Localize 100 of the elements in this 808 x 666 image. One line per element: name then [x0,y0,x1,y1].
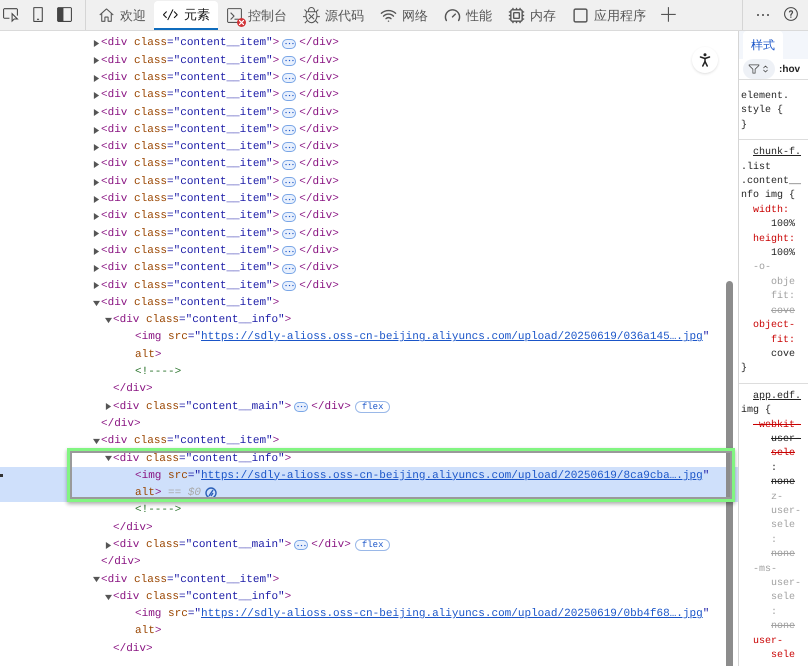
code-token: <div [101,192,128,208]
expand-toggle[interactable] [91,125,101,136]
expand-toggle[interactable] [103,540,113,550]
css-line: none [770,548,796,562]
collapse-toggle[interactable] [103,454,113,464]
panel-tab[interactable]: 内存 [500,1,564,30]
tree-row[interactable]: <img src="https://sdly-alioss.oss-cn-beijing.aliyuncs.com/upload/20250619/0bb4f68….jpg" [0,606,738,624]
code-token: class [146,452,180,467]
css-line: width: [752,204,790,218]
css-line: } [740,362,748,376]
code-token: > [272,209,280,224]
panel-tab[interactable]: 源代码 [295,1,372,30]
expand-toggle[interactable] [103,402,113,412]
code-token: <div [113,452,140,467]
add-tab-icon[interactable] [660,6,678,24]
code-token: <div [101,226,128,242]
collapse-toggle[interactable] [91,436,101,446]
panel-tab[interactable]: 元素 [154,1,218,30]
collapse-toggle[interactable] [91,298,101,308]
code-token: > [272,572,280,588]
code-token: class [134,122,168,138]
code-token: > [272,174,280,190]
code-token: </div> [311,538,351,553]
expand-toggle[interactable] [91,108,101,118]
expand-toggle[interactable] [91,177,101,188]
expand-toggle[interactable] [91,160,101,170]
expand-toggle[interactable] [91,194,101,204]
url-link[interactable]: https://sdly-alioss.oss-cn-beijing.aliyuncs.com/upload/20250619/0bb4f68….jpg [201,606,703,623]
tree-row[interactable]: <!----> [0,502,738,520]
code-token: <div [101,157,128,172]
collapse-toggle[interactable] [103,592,113,602]
panel-tab[interactable]: 应用程序 [564,1,654,30]
code-token: <img [135,330,162,346]
code-token: ="content__item" [167,36,273,52]
css-line: : [770,534,778,548]
code-token: </div> [299,106,339,121]
tree-row[interactable]: <!----> [0,364,738,381]
hover-state-toggle[interactable]: :hov [779,62,800,76]
expand-toggle[interactable] [91,228,101,239]
css-line: -o- [752,261,772,276]
code-token: class [134,174,168,190]
inspect-icon[interactable] [2,6,19,23]
panel-tab[interactable]: 网络 [372,1,436,30]
filter-button[interactable] [743,59,775,79]
expand-toggle[interactable] [91,142,101,152]
expand-toggle[interactable] [91,264,101,274]
code-token: ="content__item" [167,226,273,242]
code-token: > [272,226,280,242]
code-token: ="content__item" [167,296,273,311]
ellipsis-icon[interactable] [282,264,296,274]
source-link[interactable]: chunk-f. [739,146,808,161]
collapse-toggle[interactable] [103,315,113,326]
css-line: -webkit- [752,418,802,433]
flex-badge[interactable]: flex [354,400,390,413]
expand-toggle[interactable] [91,73,101,84]
collapse-toggle[interactable] [91,574,101,585]
expand-toggle[interactable] [91,280,101,291]
code-token: ="content__item" [167,54,273,69]
url-link[interactable]: https://sdly-alioss.oss-cn-beijing.aliyuncs.com/upload/20250619/036a145….jpg [201,329,703,346]
selected-row[interactable]: <img src="https://sdly-alioss.oss-cn-beijing.aliyuncs.com/upload/20250619/8ca9cba….jpg" [0,467,738,485]
code-token: ="content__item" [167,244,273,259]
source-link[interactable]: app.edf. [739,390,808,404]
ai-hint-icon[interactable] [205,487,218,500]
code-token: class [134,140,168,156]
code-token: <div [101,296,128,311]
code-token: </div> [299,226,339,242]
panel-tab[interactable]: 控制台 [218,1,295,30]
styles-tab[interactable]: 样式 [743,31,783,59]
scrollbar[interactable] [726,281,733,666]
code-token: =" [188,607,202,622]
code-token: ="content__item" [167,106,273,121]
css-line: style { [740,104,784,118]
code-token: " [702,468,710,484]
help-icon[interactable] [783,6,800,23]
css-line: obje [770,276,796,290]
css-line: sele [770,519,796,534]
code-token: class [146,400,180,415]
code-token: </div> [299,88,339,104]
expand-toggle[interactable] [91,38,101,49]
dock-icon[interactable] [56,6,73,23]
css-line: user- [752,634,784,649]
code-token: alt [135,624,155,640]
accessibility-button[interactable] [692,47,718,73]
tree-row[interactable]: <img src="https://sdly-alioss.oss-cn-beijing.aliyuncs.com/upload/20250619/036a145….jpg" [0,329,738,346]
css-line: img { [740,404,772,418]
url-link[interactable]: https://sdly-alioss.oss-cn-beijing.aliyuncs.com/upload/20250619/8ca9cba….jpg [201,468,703,484]
code-token: ="content__item" [167,278,273,294]
code-token: > [272,122,280,138]
panel-tab[interactable]: 性能 [436,1,500,30]
flex-badge[interactable]: flex [354,539,390,552]
css-line: : [770,606,778,620]
code-token: " [702,330,710,346]
panel-tab[interactable]: 欢迎 [90,1,154,30]
code-token: class [146,590,180,605]
expand-toggle[interactable] [91,90,101,101]
code-token: </div> [101,555,141,570]
expand-toggle[interactable] [91,212,101,222]
expand-toggle[interactable] [91,246,101,256]
expand-toggle[interactable] [91,56,101,66]
code-token: == $0 [167,486,202,502]
